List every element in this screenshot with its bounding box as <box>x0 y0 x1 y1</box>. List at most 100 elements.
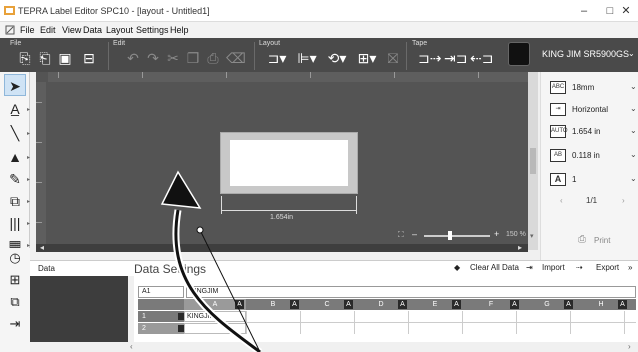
new-from-template-icon[interactable]: ⎗ <box>36 50 54 66</box>
scroll-left-icon[interactable]: ◂ <box>40 243 44 252</box>
column-type-marker[interactable]: A <box>452 300 461 309</box>
printer-dropdown-icon[interactable]: ⌄ <box>628 49 635 58</box>
dimension-tick-right <box>356 196 357 214</box>
column-header-h[interactable]: HA <box>574 299 628 310</box>
prev-page-icon[interactable]: ‹ <box>560 196 563 205</box>
group-icon[interactable]: ⛝ <box>384 50 402 66</box>
quick-access-icon[interactable] <box>5 25 15 35</box>
zoom-level: 150 % <box>506 231 526 238</box>
tape-width-icon: ABC <box>550 81 566 94</box>
print-label: Print <box>594 236 611 245</box>
column-type-marker[interactable]: A <box>398 300 407 309</box>
cut-icon[interactable]: ✂ <box>164 50 182 66</box>
menu-data[interactable]: Data <box>83 25 102 35</box>
rotate-icon[interactable]: ⟲▾ <box>326 50 348 66</box>
align-frame-icon[interactable]: ⊐▾ <box>266 50 288 66</box>
chevron-right-icon[interactable]: ▸ <box>27 154 30 161</box>
undo-icon[interactable]: ↶ <box>124 50 142 66</box>
tape-feed-icon[interactable]: ⊐⇢ <box>418 50 441 66</box>
column-header-c[interactable]: CA <box>300 299 354 310</box>
tape-width-value: 18mm <box>572 83 595 92</box>
print-button[interactable]: ⎙ Print <box>566 232 622 250</box>
menu-file[interactable]: File <box>20 25 35 35</box>
redo-icon[interactable]: ↷ <box>144 50 162 66</box>
chevron-right-icon[interactable]: ▸ <box>27 130 30 137</box>
import-button[interactable]: Import <box>542 263 565 272</box>
length-select[interactable]: AUTO 1.654 in ⌄ <box>550 124 637 142</box>
collapse-icon[interactable]: » <box>628 263 632 272</box>
vertical-scroll-thumb[interactable] <box>530 148 536 174</box>
column-type-marker[interactable]: A <box>290 300 299 309</box>
chevron-down-icon: ⌄ <box>630 174 637 183</box>
close-button[interactable]: ✕ <box>614 0 638 22</box>
new-file-icon[interactable]: ⎘ <box>16 50 34 66</box>
clear-all-data-button[interactable]: Clear All Data <box>470 263 519 272</box>
export-button[interactable]: Export <box>596 263 619 272</box>
chevron-right-icon[interactable]: ▸ <box>27 106 30 113</box>
annotation-arrow <box>160 170 263 352</box>
column-header-f[interactable]: FA <box>462 299 520 310</box>
scroll-right-icon[interactable]: ▸ <box>518 243 522 252</box>
align-left-icon[interactable]: ⊫▾ <box>296 50 318 66</box>
delete-icon[interactable]: ⌫ <box>226 50 246 66</box>
column-type-marker[interactable]: A <box>618 300 627 309</box>
page-indicator: 1/1 <box>586 196 598 205</box>
tape-settings-icon[interactable]: ⇠⊐ <box>470 50 493 66</box>
empty-grid-cells[interactable] <box>246 311 636 334</box>
zoom-in-button[interactable]: + <box>494 229 499 239</box>
chevron-right-icon[interactable]: ▸ <box>27 220 30 227</box>
paste-icon[interactable]: ⎙ <box>204 50 222 66</box>
frame-tool-icon[interactable]: ⧉ <box>4 190 26 212</box>
printer-name[interactable]: KING JIM SR5900GS <box>542 49 629 59</box>
barcode-tool-icon[interactable]: ||| <box>4 212 26 234</box>
app-icon <box>4 6 15 15</box>
fit-to-window-icon[interactable]: ⛶ <box>398 230 404 240</box>
image-tool-icon[interactable]: ▲ <box>4 146 26 168</box>
tape-cut-icon[interactable]: ⇥⊐ <box>444 50 467 66</box>
select-pointer-icon[interactable]: ➤ <box>4 74 26 96</box>
column-header-e[interactable]: EA <box>408 299 462 310</box>
margin-select[interactable]: AB 0.118 in ⌄ <box>550 148 637 166</box>
ribbon-separator <box>108 42 109 70</box>
scroll-left-icon[interactable]: ‹ <box>130 342 133 351</box>
arrange-icon[interactable]: ⊞▾ <box>356 50 378 66</box>
chevron-right-icon[interactable]: ▸ <box>27 176 30 183</box>
tape-width-select[interactable]: ABC 18mm ⌄ <box>550 80 637 98</box>
length-value: 1.654 in <box>572 127 601 136</box>
data-tool-palette: ◷ ⊞ ⧉ ⇥ <box>0 248 30 352</box>
scroll-right-icon[interactable]: › <box>628 342 631 351</box>
orientation-value: Horizontal <box>572 105 609 114</box>
save-icon[interactable]: ▣ <box>56 50 74 66</box>
history-icon[interactable]: ◷ <box>6 250 24 266</box>
zoom-slider-track[interactable] <box>424 235 490 237</box>
column-header-d[interactable]: DA <box>354 299 408 310</box>
menu-view[interactable]: View <box>62 25 81 35</box>
zoom-slider-thumb[interactable] <box>448 231 452 240</box>
line-tool-icon[interactable]: ╲ <box>4 122 26 144</box>
menu-edit[interactable]: Edit <box>40 25 56 35</box>
copy-icon[interactable]: ❐ <box>184 50 202 66</box>
column-type-marker[interactable]: A <box>564 300 573 309</box>
clipart-tool-icon[interactable]: ✎ <box>4 168 26 190</box>
printer-icon[interactable] <box>508 42 530 66</box>
column-type-marker[interactable]: A <box>510 300 519 309</box>
menu-help[interactable]: Help <box>170 25 189 35</box>
column-header-g[interactable]: GA <box>520 299 574 310</box>
next-page-icon[interactable]: › <box>622 196 625 205</box>
copies-select[interactable]: A 1 ⌄ <box>550 172 637 190</box>
scroll-down-icon[interactable]: ▾ <box>530 232 534 240</box>
orientation-select[interactable]: ⇥ Horizontal ⌄ <box>550 102 637 120</box>
ribbon-group-edit: Edit <box>113 40 126 47</box>
table-icon[interactable]: ⊞ <box>6 272 24 288</box>
open-book-icon[interactable]: ⊟ <box>80 50 98 66</box>
import-data-icon[interactable]: ⇥ <box>6 316 24 332</box>
column-type-marker[interactable]: A <box>344 300 353 309</box>
chevron-right-icon[interactable]: ▸ <box>27 198 30 205</box>
zoom-out-button[interactable]: – <box>412 229 417 239</box>
text-tool-icon[interactable]: A̲ <box>4 98 26 120</box>
chevron-down-icon: ⌄ <box>630 104 637 113</box>
menu-settings[interactable]: Settings <box>136 25 169 35</box>
menu-layout[interactable]: Layout <box>106 25 133 35</box>
canvas-horizontal-scrollbar[interactable]: ◂ ▸ <box>36 243 528 252</box>
data-list-icon[interactable]: ⧉ <box>6 294 24 310</box>
